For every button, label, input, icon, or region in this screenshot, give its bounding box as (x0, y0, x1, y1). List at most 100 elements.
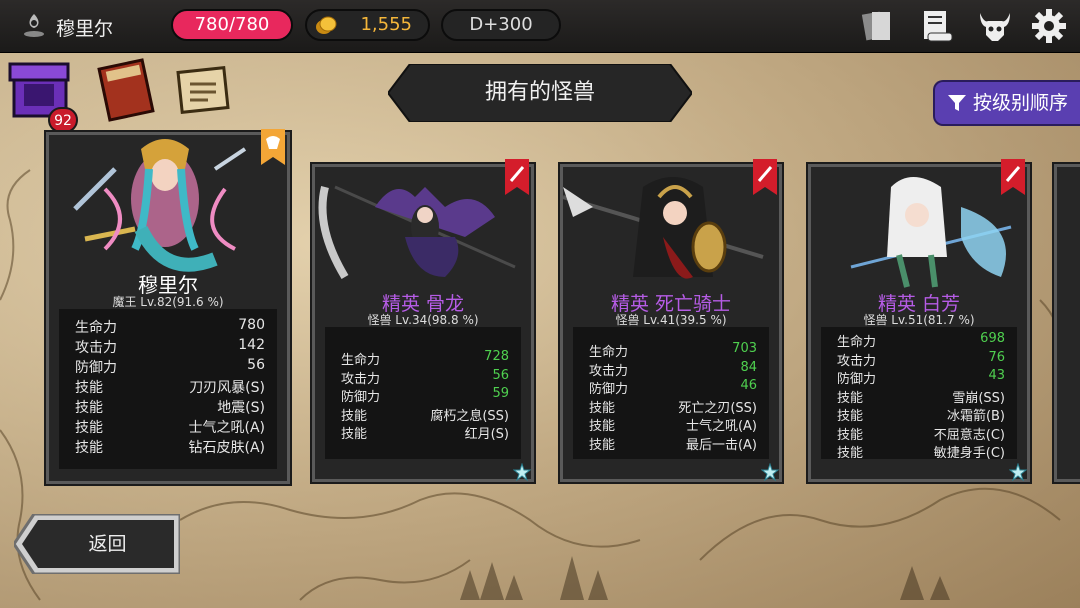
stat-label: 技能 (837, 390, 864, 406)
monster-card-boss[interactable]: 穆里尔 魔王 Lv.82(91.6 %) 生命力 780 攻击力 142 防御力 56… (46, 129, 290, 484)
stat-value: 56 (492, 367, 509, 383)
stat-label: 生命力 (341, 353, 381, 368)
stat-row: 防御力 56 (75, 357, 265, 377)
demon-skull-icon[interactable] (976, 7, 1014, 45)
book-icon[interactable] (96, 58, 158, 122)
stat-row: 技能 最后一击(A) (589, 434, 757, 453)
stat-value: 142 (238, 337, 265, 353)
stat-value: 最后一击(A) (685, 437, 757, 453)
boss-rank-ribbon-icon (261, 129, 285, 165)
stat-row: 技能 冰霜箭(B) (837, 405, 1005, 424)
stat-value: 敏捷身手(C) (933, 446, 1005, 461)
stat-row: 防御力 43 (837, 368, 1005, 387)
back-button-label[interactable]: 返回 (40, 514, 175, 574)
stat-label: 技能 (837, 446, 864, 461)
quest-scroll-icon[interactable] (172, 58, 234, 122)
day-counter: D+300 (441, 9, 561, 41)
star-icon (513, 463, 531, 481)
elite-ribbon-icon (505, 159, 529, 195)
bone-dragon-portrait (318, 185, 516, 280)
stat-value: 死亡之刃(SS) (678, 400, 757, 416)
stat-row: 技能 死亡之刃(SS) (589, 397, 757, 416)
stat-label: 技能 (589, 400, 616, 416)
cards-icon[interactable] (858, 7, 896, 45)
stat-row: 技能 刀刃风暴(S) (75, 377, 265, 397)
monster-card-white-fang[interactable]: 精英 白芳 怪兽 Lv.51(81.7 %) 生命力 698 攻击力 76 防御力 4… (808, 159, 1030, 482)
monster-card-partial[interactable] (1054, 164, 1080, 482)
stat-label: 防御力 (589, 382, 629, 397)
stat-row: 生命力 698 (837, 331, 1005, 350)
stat-row: 技能 地震(S) (75, 397, 265, 417)
stat-label: 防御力 (837, 372, 877, 387)
stat-row: 生命力 728 (341, 349, 509, 368)
stat-label: 技能 (75, 440, 103, 456)
stats-list: 生命力 698 攻击力 76 防御力 43 技能 雪崩(SS) 技能 冰霜箭(B) 技能不… (837, 331, 1005, 461)
scroll-icon[interactable] (918, 7, 956, 45)
stat-row: 技能 钻石皮肤(A) (75, 437, 265, 457)
stat-label: 技能 (589, 419, 616, 434)
coin-icon (316, 16, 337, 34)
stat-row: 防御力 59 (341, 386, 509, 405)
stat-value: 46 (740, 378, 757, 393)
stat-row: 攻击力 84 (589, 360, 757, 379)
stat-label: 技能 (75, 380, 103, 396)
stat-row: 技能 雪崩(SS) (837, 387, 1005, 406)
elite-ribbon-icon (753, 159, 777, 195)
monster-card-death-knight[interactable]: 精英 死亡骑士 怪兽 Lv.41(39.5 %) 生命力 703 攻击力 84 防御… (560, 159, 782, 482)
stat-value: 84 (740, 359, 757, 375)
stats-list: 生命力 780 攻击力 142 防御力 56 技能 刀刃风暴(S) 技能 地震(S) 技能… (75, 317, 265, 457)
stat-label: 技能 (341, 427, 368, 442)
stat-label: 技能 (341, 408, 368, 424)
white-fang-portrait (850, 177, 1012, 288)
stats-list: 生命力 703 攻击力 84 防御力 46 技能 死亡之刃(SS) 技能 士气之吼(A) … (589, 341, 757, 453)
stat-row: 技能 腐朽之息(SS) (341, 405, 509, 424)
monster-level: 怪兽 Lv.41(39.5 %) (615, 313, 727, 327)
stat-label: 技能 (75, 400, 103, 416)
stat-value: 腐朽之息(SS) (430, 408, 509, 424)
stat-row: 生命力 780 (75, 317, 265, 337)
stat-row: 技能 不屈意志(C) (837, 424, 1005, 443)
stat-label: 攻击力 (75, 340, 117, 356)
stat-label: 技能 (75, 420, 103, 436)
stat-value: 地震(S) (217, 400, 265, 416)
stat-value: 59 (492, 386, 509, 401)
stat-row: 攻击力 142 (75, 337, 265, 357)
stat-value: 红月(S) (464, 427, 509, 442)
stat-value: 雪崩(SS) (952, 390, 1005, 406)
stat-value: 728 (484, 349, 509, 364)
monster-level: 怪兽 Lv.51(81.7 %) (863, 313, 975, 327)
stat-label: 防御力 (75, 360, 117, 376)
stat-label: 攻击力 (589, 363, 629, 379)
stat-value: 士气之吼(A) (685, 419, 757, 434)
stat-row: 技能 敏捷身手(C) (837, 442, 1005, 461)
monster-level: 魔王 Lv.82(91.6 %) (112, 295, 224, 309)
stat-row: 技能 士气之吼(A) (589, 415, 757, 434)
star-icon (1009, 463, 1027, 481)
stat-value: 士气之吼(A) (188, 420, 265, 436)
page-title: 拥有的怪兽 (484, 80, 595, 105)
stat-value: 698 (980, 331, 1005, 346)
stat-label: 生命力 (75, 320, 117, 336)
monster-card-bone-dragon[interactable]: 精英 骨龙 怪兽 Lv.34(98.8 %) 生命力 728 攻击力 56 防御力 5… (312, 159, 534, 482)
gold-value: 1,555 (360, 14, 412, 35)
gear-icon[interactable] (1030, 7, 1068, 45)
stat-value: 不屈意志(C) (933, 427, 1005, 443)
death-knight-portrait (563, 177, 764, 279)
star-icon (761, 463, 779, 481)
stat-label: 技能 (589, 437, 616, 453)
stat-value: 钻石皮肤(A) (188, 440, 265, 456)
stat-label: 技能 (837, 427, 864, 443)
stat-row: 攻击力 76 (837, 350, 1005, 369)
player-avatar-icon[interactable] (22, 12, 46, 38)
boss-portrait (73, 139, 247, 272)
stat-value: 刀刃风暴(S) (189, 380, 265, 396)
hp-counter: 780/780 (171, 9, 293, 41)
stat-row: 防御力 46 (589, 378, 757, 397)
monster-level: 怪兽 Lv.34(98.8 %) (367, 313, 479, 327)
stat-value: 43 (988, 368, 1005, 383)
stat-label: 生命力 (589, 345, 629, 360)
stat-value: 780 (238, 317, 265, 333)
sort-by-level-button[interactable]: 按级别顺序 (933, 80, 1080, 126)
gold-counter: 1,555 (305, 9, 430, 41)
stat-value: 冰霜箭(B) (946, 409, 1005, 424)
